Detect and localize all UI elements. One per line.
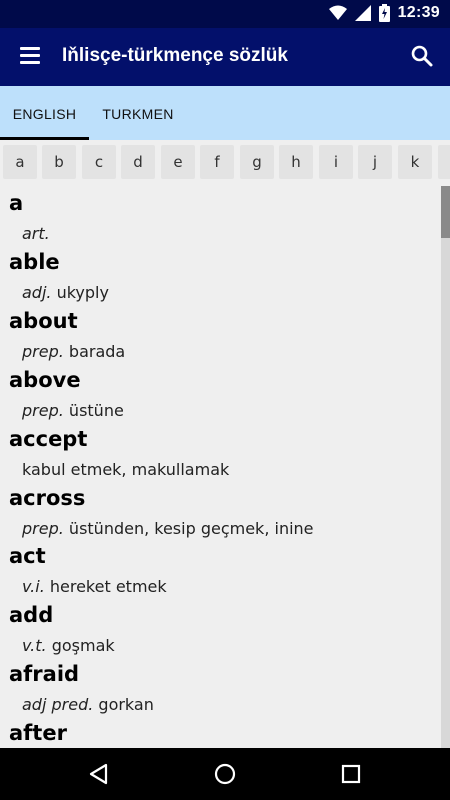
page-title: Iňlisçe-türkmençe sözlük <box>62 45 288 66</box>
entry-definition: v.t. goşmak <box>22 636 115 655</box>
home-icon[interactable] <box>212 761 238 787</box>
entry-pos: adj pred. <box>22 695 94 714</box>
menu-icon[interactable] <box>20 47 40 65</box>
entry-definition: prep. üstünden, kesip geçmek, inine <box>22 519 314 538</box>
entry-definition: kabul etmek, makullamak <box>22 460 229 479</box>
letter-button[interactable]: c <box>82 145 116 179</box>
entry-word: a <box>9 191 24 215</box>
scrollbar-thumb[interactable] <box>441 186 450 238</box>
entry-translation: hereket etmek <box>49 577 167 596</box>
status-icons: 12:39 <box>328 4 440 22</box>
entry-translation: gorkan <box>98 695 154 714</box>
entry-definition: prep. üstüne <box>22 401 124 420</box>
entry-word: act <box>9 544 46 568</box>
letter-button[interactable]: e <box>161 145 195 179</box>
entry-word: add <box>9 603 54 627</box>
entry-translation: kabul etmek, makullamak <box>22 460 230 479</box>
entry-word: afraid <box>9 662 80 686</box>
letter-button[interactable]: d <box>121 145 155 179</box>
word-list: a art. able adj. ukyply about prep. bara… <box>0 186 441 748</box>
entry-word: able <box>9 250 60 274</box>
letter-index-bar: a b c d e f g h i j k <box>0 140 450 186</box>
entry-word: across <box>9 486 86 510</box>
letter-button[interactable]: i <box>319 145 353 179</box>
system-nav-bar <box>0 748 450 800</box>
app-toolbar: Iňlisçe-türkmençe sözlük <box>0 28 450 86</box>
entry-word: above <box>9 368 81 392</box>
entry-translation: üstüne <box>68 401 124 420</box>
entry-definition: adj pred. gorkan <box>22 695 154 714</box>
entry-word: accept <box>9 427 88 451</box>
letter-button[interactable]: f <box>200 145 234 179</box>
entry-pos: art. <box>22 224 50 243</box>
entry-pos: v.i. <box>22 577 45 596</box>
entry-translation: üstünden, kesip geçmek, inine <box>68 519 314 538</box>
entry-definition: art. <box>22 224 50 243</box>
entry-pos: prep. <box>22 342 64 361</box>
recents-icon[interactable] <box>338 761 364 787</box>
back-icon[interactable] <box>86 761 112 787</box>
letter-button[interactable]: h <box>279 145 313 179</box>
entry-translation: ukyply <box>56 283 109 302</box>
entry-translation: barada <box>68 342 126 361</box>
entry-pos: v.t. <box>22 636 47 655</box>
language-tabs: ENGLISH TURKMEN <box>0 86 450 140</box>
letter-button[interactable]: j <box>358 145 392 179</box>
letter-button[interactable]: b <box>42 145 76 179</box>
battery-icon <box>378 4 390 22</box>
status-bar: 12:39 <box>0 0 450 28</box>
letter-button[interactable]: g <box>240 145 274 179</box>
entry-pos: adj. <box>22 283 52 302</box>
entry-pos: prep. <box>22 401 64 420</box>
letter-button[interactable]: a <box>3 145 37 179</box>
search-icon[interactable] <box>410 44 434 68</box>
entry-pos: prep. <box>22 519 64 538</box>
letter-button[interactable] <box>438 145 450 179</box>
letter-button[interactable]: k <box>398 145 432 179</box>
entry-word: about <box>9 309 78 333</box>
tab-turkmen[interactable]: TURKMEN <box>89 86 187 140</box>
entry-translation: goşmak <box>51 636 115 655</box>
entry-definition: prep. barada <box>22 342 125 361</box>
entry-word: after <box>9 721 67 745</box>
entry-definition: v.i. hereket etmek <box>22 577 167 596</box>
scrollbar[interactable] <box>441 186 450 748</box>
wifi-icon <box>328 5 347 20</box>
tab-english[interactable]: ENGLISH <box>0 86 89 140</box>
signal-icon <box>354 5 371 21</box>
entry-definition: adj. ukyply <box>22 283 109 302</box>
status-time: 12:39 <box>397 4 440 21</box>
